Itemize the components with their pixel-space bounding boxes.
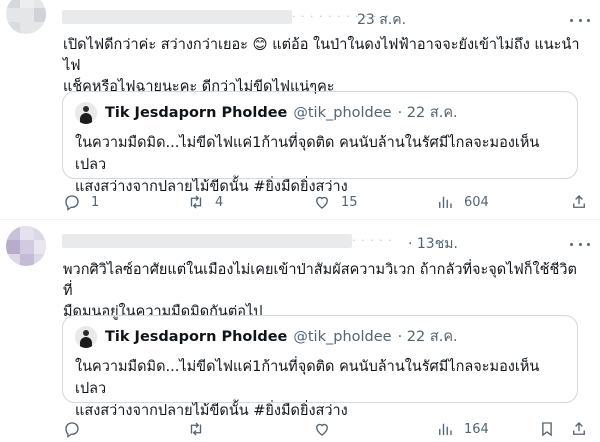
quoted-date: · 22 ส.ค. xyxy=(397,329,458,345)
like-icon xyxy=(316,196,328,209)
views-count: 164 xyxy=(464,421,489,437)
views-icon xyxy=(439,423,452,435)
action-bar: 1 4 15 604 xyxy=(63,191,593,213)
quoted-avatar xyxy=(75,325,97,348)
timestamp[interactable]: · 13ชม. xyxy=(408,233,458,255)
repost-button[interactable] xyxy=(187,418,215,440)
repost-count: 4 xyxy=(215,194,224,210)
share-icon xyxy=(573,195,585,208)
redacted-username xyxy=(62,10,292,24)
reply-count: 1 xyxy=(91,194,100,210)
timestamp[interactable]: 23 ส.ค. xyxy=(357,9,406,31)
quoted-date: · 22 ส.ค. xyxy=(397,105,458,121)
quoted-handle: @tik_pholdee xyxy=(293,104,392,121)
quoted-tweet[interactable]: Tik Jesdaporn Pholdee @tik_pholdee · 22 … xyxy=(62,315,578,419)
views-button[interactable]: 604 xyxy=(436,191,489,213)
quoted-avatar xyxy=(75,101,97,124)
share-button[interactable] xyxy=(570,418,588,440)
quoted-text: ในความมืดมิด...ไม่ขีดไฟแค่1ก้านที่จุดติด… xyxy=(75,135,540,195)
reply-tweet-1[interactable]: · · · · · · · · · · 23 ส.ค. เปิดไฟดีกว่า… xyxy=(0,0,600,220)
bookmark-icon xyxy=(542,422,552,437)
reply-icon xyxy=(65,422,79,438)
more-icon[interactable] xyxy=(570,236,590,252)
like-button[interactable] xyxy=(313,418,341,440)
reply-tweet-2[interactable]: · · · · · · 13ชม. พวกศิวิไลซ์อาศัยแต่ในเ… xyxy=(0,220,600,442)
like-icon xyxy=(316,423,328,436)
views-count: 604 xyxy=(464,194,489,210)
repost-button[interactable]: 4 xyxy=(187,191,223,213)
reply-text: เปิดไฟดีกว่าค่ะ สว่างกว่าเยอะ 😊 แต่อ้อ ใ… xyxy=(63,37,580,95)
reply-button[interactable] xyxy=(63,418,91,440)
quoted-handle: @tik_pholdee xyxy=(293,328,392,345)
redacted-username xyxy=(62,234,352,248)
avatar[interactable] xyxy=(6,226,46,266)
views-button[interactable]: 164 xyxy=(436,418,489,440)
reply-button[interactable]: 1 xyxy=(63,191,99,213)
reply-icon xyxy=(65,195,79,211)
redacted-handle-dots: · · · · · xyxy=(352,234,393,247)
reply-text: พวกศิวิไลซ์อาศัยแต่ในเมืองไม่เคยเข้าป่าส… xyxy=(63,262,577,320)
more-icon[interactable] xyxy=(570,12,590,28)
share-button[interactable] xyxy=(570,191,588,213)
action-bar: 164 xyxy=(63,418,593,440)
avatar[interactable] xyxy=(6,0,46,34)
repost-icon xyxy=(190,195,202,209)
share-icon xyxy=(573,422,585,435)
quoted-text: ในความมืดมิด...ไม่ขีดไฟแค่1ก้านที่จุดติด… xyxy=(75,359,540,419)
quoted-tweet[interactable]: Tik Jesdaporn Pholdee @tik_pholdee · 22 … xyxy=(62,91,578,195)
bookmark-button[interactable] xyxy=(538,418,556,440)
quoted-display-name: Tik Jesdaporn Pholdee xyxy=(105,104,288,121)
like-button[interactable]: 15 xyxy=(313,191,358,213)
repost-icon xyxy=(190,422,202,436)
views-icon xyxy=(439,196,452,208)
quoted-display-name: Tik Jesdaporn Pholdee xyxy=(105,328,288,345)
like-count: 15 xyxy=(341,194,358,210)
